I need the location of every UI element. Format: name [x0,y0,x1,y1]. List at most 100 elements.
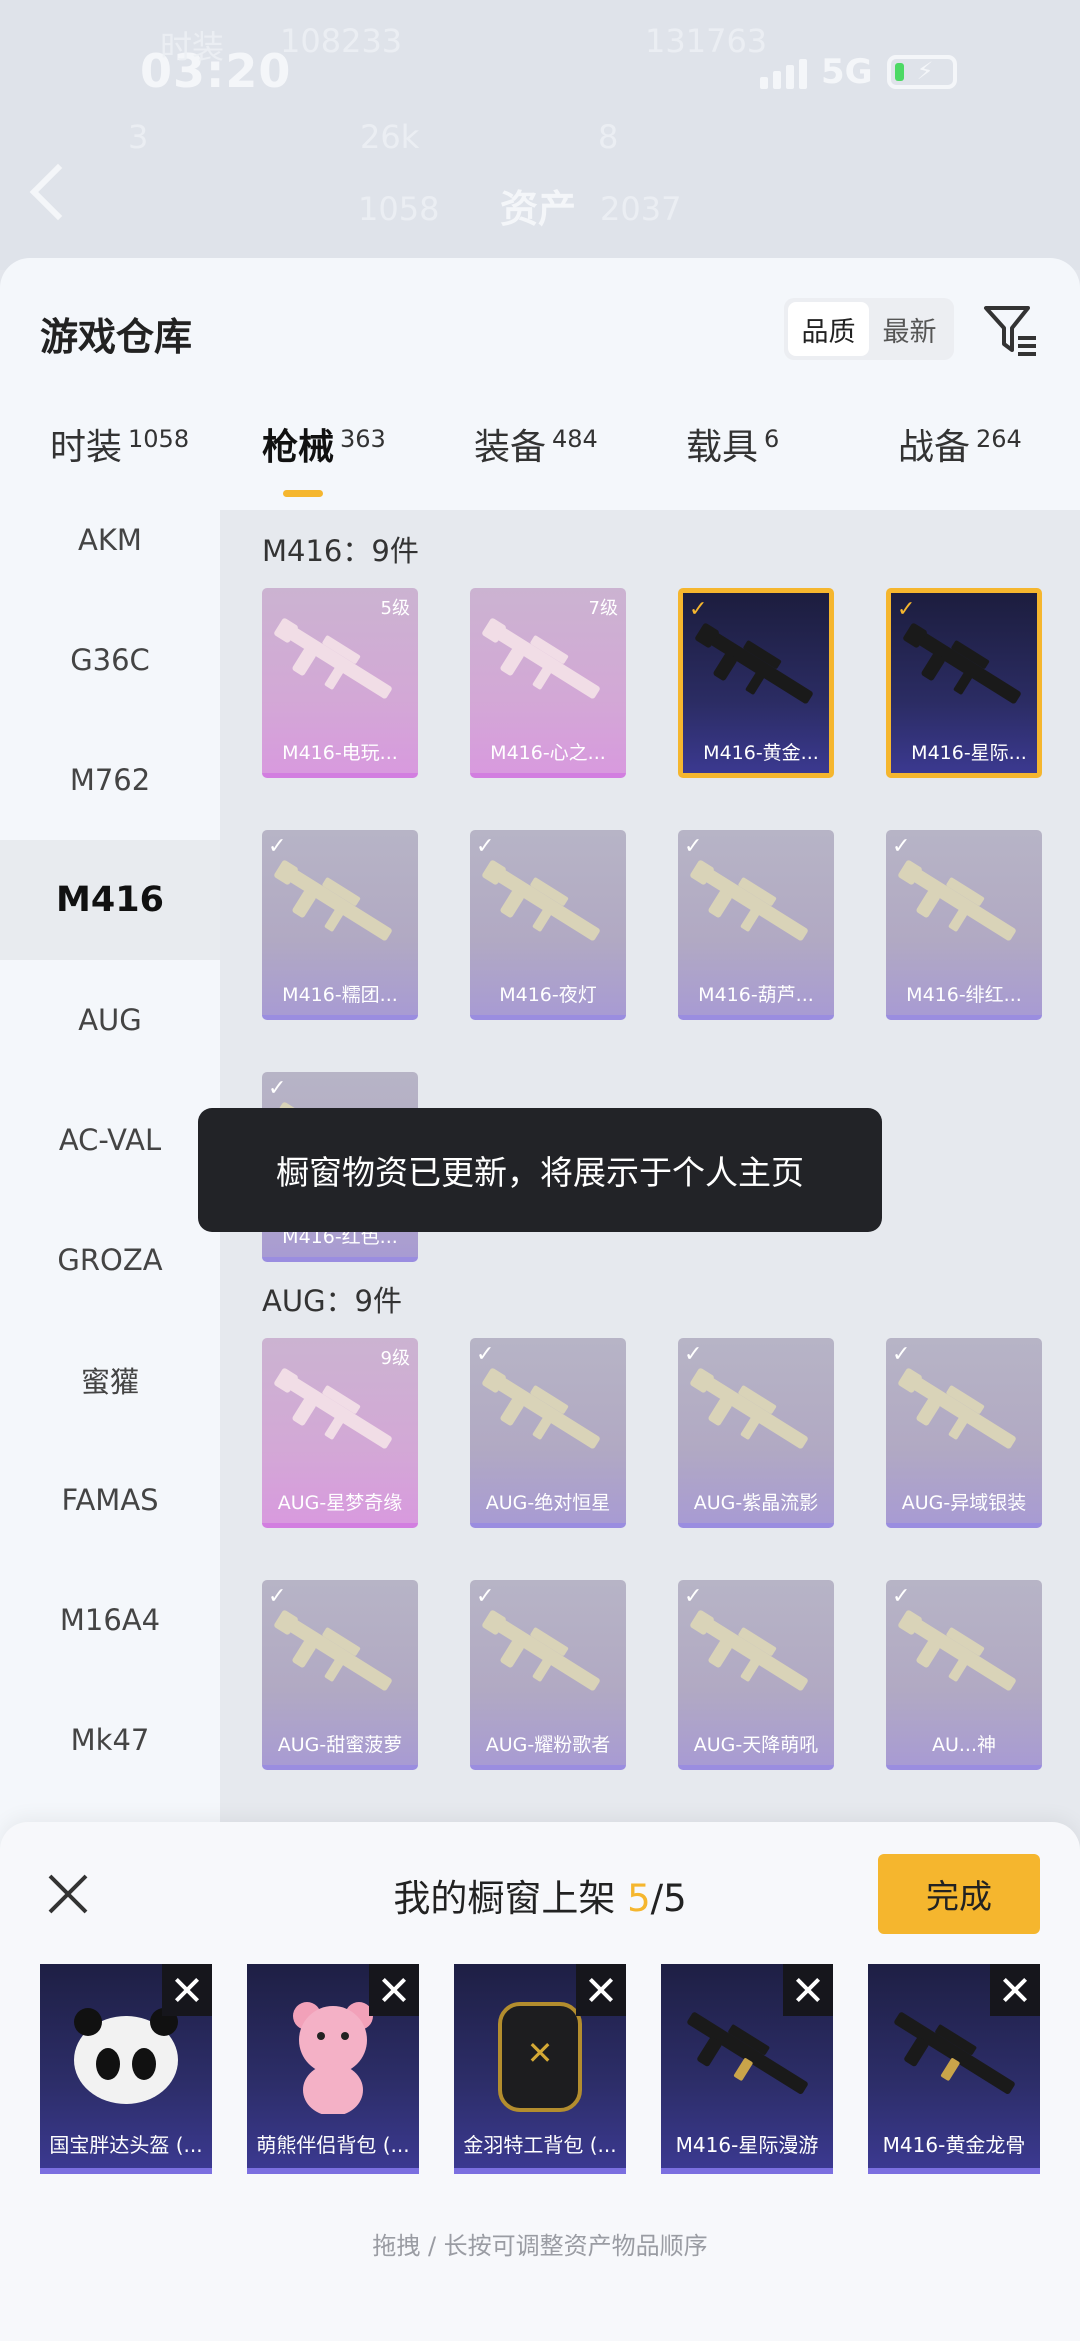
skin-label: AUG-耀粉歌者 [485,1734,611,1756]
check-icon: ✓ [892,1342,911,1367]
rifle-icon [690,860,808,941]
showcase-item[interactable]: 萌熊伴侣背包 (... [247,1964,419,2174]
sidebar-item[interactable]: FAMAS [0,1440,220,1560]
skin-card[interactable]: ✓ M416-葫芦... [678,830,834,1020]
skin-label: M416-黄金... [703,742,819,764]
sidebar-item-active[interactable]: M416 [0,840,220,960]
level-badge: 5级 [380,598,410,619]
rifle-icon [274,860,392,941]
skin-card[interactable]: ✓ M416-黄金... [678,588,834,778]
faded-text: 108233 [280,22,403,60]
faded-text: 2037 [600,190,682,228]
showcase-item[interactable]: 国宝胖达头盔 (... [40,1964,212,2174]
faded-text: 131763 [645,22,768,60]
skin-card[interactable]: ✓ AU...神 [886,1580,1042,1770]
tab-count: 363 [340,425,386,453]
sidebar-item[interactable]: Mk47 [0,1680,220,1800]
tab-label: 时装 [50,427,123,468]
rifle-icon [690,1368,808,1449]
faded-text: 1058 [358,190,440,228]
skin-card[interactable]: 5级 M416-电玩... [262,588,418,778]
remove-item-icon[interactable] [162,1964,212,2016]
check-icon: ✓ [684,1584,703,1609]
check-icon: ✓ [268,1076,287,1101]
skin-card[interactable]: 7级 M416-心之... [470,588,626,778]
skin-label: M416-夜灯 [499,984,597,1006]
rifle-icon [898,1368,1016,1449]
skin-label: M416-星际... [911,742,1027,764]
check-icon: ✓ [684,834,703,859]
skin-card[interactable]: ✓ M416-夜灯 [470,830,626,1020]
skin-card[interactable]: ✓ AUG-甜蜜菠萝 [262,1580,418,1770]
rifle-icon [898,860,1016,941]
skin-card[interactable]: ✓ M416-糯团... [262,830,418,1020]
signal-icon [760,55,807,89]
section-title: AUG：9件 [262,1284,402,1318]
skin-card[interactable]: ✓ AUG-天降萌吼 [678,1580,834,1770]
sidebar-item[interactable]: GROZA [0,1200,220,1320]
sort-latest-button[interactable]: 最新 [869,302,950,356]
check-icon: ✓ [476,1342,495,1367]
remove-item-icon[interactable] [576,1964,626,2016]
tab-count: 484 [552,425,598,453]
skin-label: M416-心之... [490,742,606,764]
skin-card[interactable]: 9级 AUG-星梦奇缘 [262,1338,418,1528]
sidebar-item[interactable]: AUG [0,960,220,1080]
sidebar-item[interactable]: M16A4 [0,1560,220,1680]
sidebar-item[interactable]: M762 [0,720,220,840]
tab-fashion[interactable]: 时装 1058 [50,418,189,470]
sort-quality-button[interactable]: 品质 [788,302,869,356]
svg-text:✕: ✕ [527,2034,554,2072]
rifle-icon [274,1368,392,1449]
level-badge: 7级 [588,598,618,619]
tab-count: 1058 [128,425,190,453]
skin-card[interactable]: ✓ M416-星际... [886,588,1042,778]
tab-label: 装备 [474,427,547,468]
remove-item-icon[interactable] [783,1964,833,2016]
filter-icon[interactable] [982,302,1038,358]
sidebar-item[interactable]: AKM [0,510,220,600]
category-tabs: 时装 1058 枪械 363 装备 484 载具 6 战备 264 [0,418,1080,514]
skin-card[interactable]: ✓ M416-绯红... [886,830,1042,1020]
skin-label: M416-糯团... [282,984,398,1006]
remove-item-icon[interactable] [369,1964,419,2016]
sort-toggle: 品质 最新 [784,298,954,360]
remove-item-icon[interactable] [990,1964,1040,2016]
skin-card[interactable]: ✓ AUG-绝对恒星 [470,1338,626,1528]
skin-card[interactable]: ✓ AUG-异域银装 [886,1338,1042,1528]
toast-message: 橱窗物资已更新，将展示于个人主页 [198,1108,882,1232]
back-arrow-icon[interactable] [29,163,87,221]
done-button[interactable]: 完成 [878,1854,1040,1934]
showcase-item-label: M416-黄金龙骨 [882,2133,1026,2157]
showcase-item-label: M416-星际漫游 [675,2133,819,2157]
check-icon: ✓ [268,1584,287,1609]
sidebar-item[interactable]: 蜜獾 [0,1320,220,1440]
tab-label: 载具 [686,427,759,468]
check-icon: ✓ [476,834,495,859]
check-icon: ✓ [268,834,287,859]
tab-equipment[interactable]: 装备 484 [474,418,598,470]
tab-firearms[interactable]: 枪械 363 [262,418,386,470]
skin-card[interactable]: ✓ AUG-耀粉歌者 [470,1580,626,1770]
tab-vehicles[interactable]: 载具 6 [686,418,779,470]
section-title: M416：9件 [262,534,419,568]
rifle-icon [482,860,600,941]
skin-card[interactable]: ✓ AUG-紫晶流影 [678,1338,834,1528]
showcase-item[interactable]: M416-星际漫游 [661,1964,833,2174]
sidebar-item[interactable]: AC-VAL [0,1080,220,1200]
faded-text: 3 [128,118,149,156]
showcase-item[interactable]: M416-黄金龙骨 [868,1964,1040,2174]
tab-supplies[interactable]: 战备 264 [898,418,1022,470]
showcase-item-label: 国宝胖达头盔 (... [49,2133,203,2157]
check-icon: ✓ [684,1342,703,1367]
showcase-panel: 我的橱窗上架 5/5 完成 拖拽 / 长按可调整资产物品顺序 国宝胖达头盔 (.… [0,1822,1080,2341]
rifle-icon [482,1368,600,1449]
skin-label: AU...神 [931,1734,997,1756]
sidebar-item[interactable]: G36C [0,600,220,720]
rifle-icon [482,1610,600,1691]
skin-label: M416-绯红... [906,984,1022,1006]
tab-count: 264 [976,425,1022,453]
showcase-item[interactable]: ✕ 金羽特工背包 (... [454,1964,626,2174]
tab-count: 6 [764,425,780,453]
faded-text: 时装 [160,28,225,66]
